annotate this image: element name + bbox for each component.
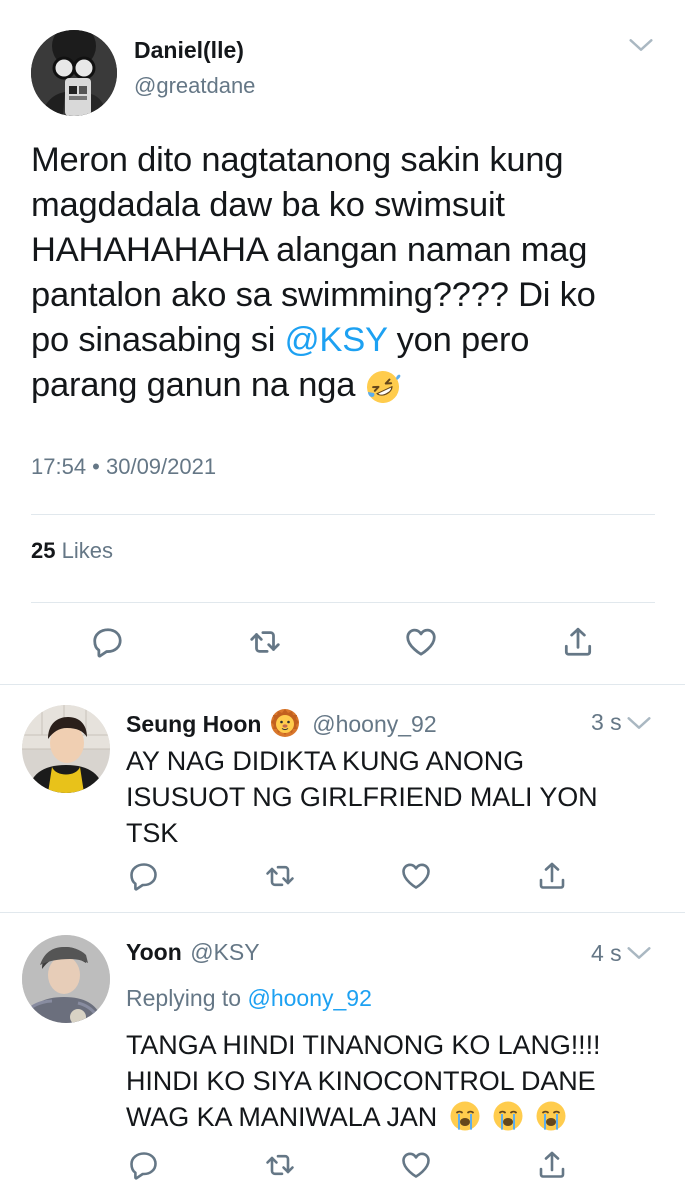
display-name-text: Yoon bbox=[126, 939, 182, 965]
main-tweet: Daniel(lle) @greatdane Meron dito nagtat… bbox=[0, 0, 685, 685]
display-name[interactable]: Yoon @KSY bbox=[126, 939, 260, 966]
reply-icon[interactable] bbox=[128, 1149, 160, 1181]
reply-text: TANGA HINDI TINANONG KO LANG!!!! HINDI K… bbox=[126, 1027, 600, 1135]
avatar[interactable] bbox=[22, 935, 110, 1023]
likes-label: Likes bbox=[61, 538, 113, 563]
tweet-text-line: HAHAHAHAHA alangan naman mag bbox=[31, 231, 588, 269]
likes-number: 25 bbox=[31, 538, 56, 563]
rofl-emoji bbox=[366, 370, 401, 403]
reply-text-line: TANGA HINDI TINANONG KO LANG!!!! bbox=[126, 1030, 601, 1060]
retweet-icon[interactable] bbox=[248, 625, 282, 659]
chevron-down-icon[interactable] bbox=[624, 708, 654, 738]
reply-text-line: TSK bbox=[126, 818, 179, 848]
retweet-icon[interactable] bbox=[264, 1149, 296, 1181]
likes-count[interactable]: 25 Likes bbox=[31, 538, 113, 564]
share-icon[interactable] bbox=[561, 625, 595, 659]
reply-icon[interactable] bbox=[91, 625, 125, 659]
tweet-text-segment: po sinasabing si bbox=[31, 321, 285, 359]
relative-time[interactable]: 4 s bbox=[591, 940, 622, 967]
relative-time[interactable]: 3 s bbox=[591, 709, 622, 736]
divider bbox=[31, 602, 655, 603]
chevron-down-icon[interactable] bbox=[624, 30, 658, 60]
display-name[interactable]: Seung Hoon @hoony_92 bbox=[126, 708, 437, 738]
crying-emoji bbox=[492, 1100, 524, 1132]
replying-to-mention[interactable]: @hoony_92 bbox=[247, 985, 371, 1011]
timestamp[interactable]: 17:54 • 30/09/2021 bbox=[31, 454, 216, 480]
reply-tweet: Yoon @KSY 4 s Replying to @hoony_92 TANG… bbox=[0, 913, 685, 1200]
lion-emoji bbox=[270, 709, 299, 737]
replying-to: Replying to @hoony_92 bbox=[126, 985, 372, 1012]
reply-text-segment: WAG KA MANIWALA JAN bbox=[126, 1102, 438, 1132]
replying-to-label: Replying to bbox=[126, 985, 242, 1011]
handle[interactable]: @KSY bbox=[190, 939, 259, 965]
handle[interactable]: @hoony_92 bbox=[312, 711, 436, 737]
share-icon[interactable] bbox=[536, 860, 568, 892]
avatar[interactable] bbox=[31, 30, 117, 116]
tweet-text-segment: parang ganun na nga bbox=[31, 366, 356, 404]
reply-tweet: Seung Hoon @hoony_92 3 s AY NAG DIDIKTA … bbox=[0, 685, 685, 912]
divider bbox=[31, 514, 655, 515]
reply-text-line: AY NAG DIDIKTA KUNG ANONG bbox=[126, 746, 525, 776]
reply-text: AY NAG DIDIKTA KUNG ANONG ISUSUOT NG GIR… bbox=[126, 743, 598, 851]
display-name-text: Seung Hoon bbox=[126, 711, 262, 737]
like-icon[interactable] bbox=[400, 860, 432, 892]
like-icon[interactable] bbox=[404, 625, 438, 659]
tweet-text-segment: yon pero bbox=[387, 321, 530, 359]
reply-text-line: WAG KA MANIWALA JAN bbox=[126, 1099, 600, 1135]
mention-link[interactable]: @KSY bbox=[285, 321, 388, 359]
handle[interactable]: @greatdane bbox=[134, 73, 255, 99]
crying-emoji bbox=[449, 1100, 481, 1132]
reply-icon[interactable] bbox=[128, 860, 160, 892]
tweet-text-line: po sinasabing si @KSY yon pero bbox=[31, 318, 671, 363]
tweet-text-line: parang ganun na nga bbox=[31, 363, 671, 408]
reply-text-line: ISUSUOT NG GIRLFRIEND MALI YON bbox=[126, 782, 598, 812]
display-name[interactable]: Daniel(lle) bbox=[134, 37, 244, 64]
like-icon[interactable] bbox=[400, 1149, 432, 1181]
chevron-down-icon[interactable] bbox=[624, 938, 654, 968]
avatar[interactable] bbox=[22, 705, 110, 793]
retweet-icon[interactable] bbox=[264, 860, 296, 892]
share-icon[interactable] bbox=[536, 1149, 568, 1181]
tweet-text-line: Meron dito nagtatanong sakin kung bbox=[31, 141, 564, 179]
tweet-text-line: magdadala daw ba ko swimsuit bbox=[31, 186, 505, 224]
tweet-text: Meron dito nagtatanong sakin kung magdad… bbox=[31, 138, 671, 408]
tweet-text-line: pantalon ako sa swimming???? Di ko bbox=[31, 276, 596, 314]
crying-emoji bbox=[535, 1100, 567, 1132]
reply-text-line: HINDI KO SIYA KINOCONTROL DANE bbox=[126, 1066, 596, 1096]
